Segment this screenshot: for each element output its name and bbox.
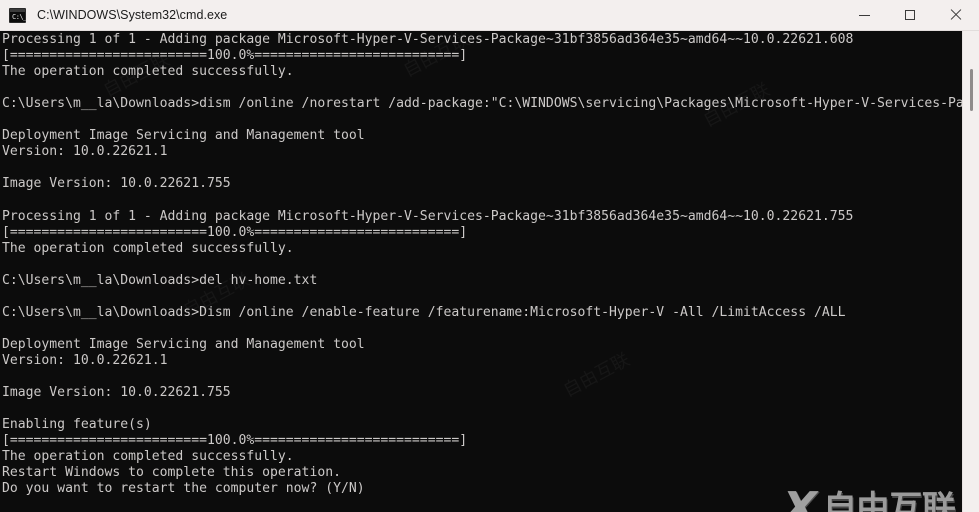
console-text: Processing 1 of 1 - Adding package Micro… — [2, 32, 979, 497]
console-output-area[interactable]: Processing 1 of 1 - Adding package Micro… — [0, 31, 979, 512]
cmd-icon: C:\_ — [9, 7, 27, 23]
window-title: C:\WINDOWS\System32\cmd.exe — [37, 8, 228, 22]
window-controls — [841, 0, 979, 31]
maximize-button[interactable] — [887, 0, 933, 31]
maximize-icon — [905, 10, 915, 20]
title-bar-left: C:\_ C:\WINDOWS\System32\cmd.exe — [0, 7, 841, 23]
minimize-icon — [858, 14, 870, 16]
title-bar[interactable]: C:\_ C:\WINDOWS\System32\cmd.exe — [0, 0, 979, 31]
vertical-scrollbar[interactable] — [962, 31, 979, 512]
minimize-button[interactable] — [841, 0, 887, 31]
cmd-window: C:\_ C:\WINDOWS\System32\cmd.exe Process… — [0, 0, 979, 512]
close-button[interactable] — [933, 0, 979, 31]
close-icon — [950, 9, 962, 21]
scrollbar-thumb[interactable] — [970, 69, 973, 111]
